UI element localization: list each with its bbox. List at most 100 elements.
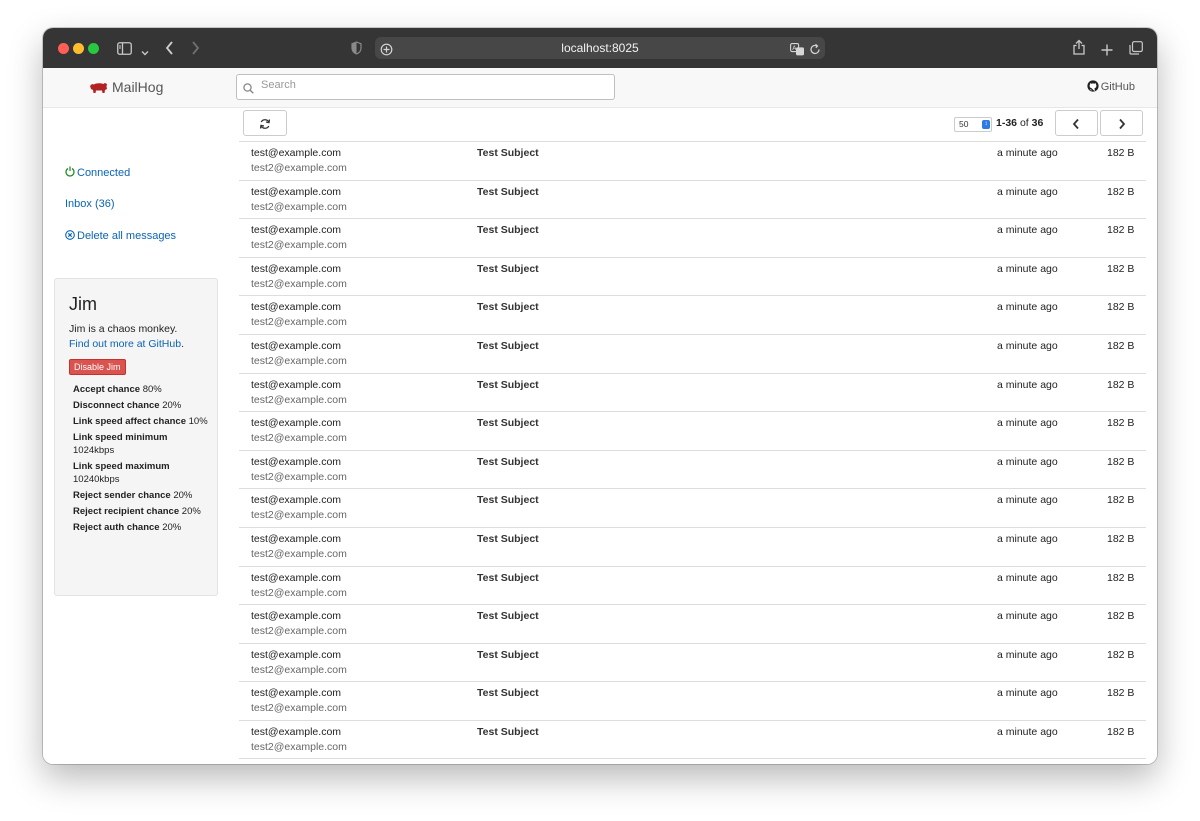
- reload-icon[interactable]: [809, 41, 821, 60]
- forward-icon[interactable]: [191, 40, 200, 59]
- close-window-button[interactable]: [58, 43, 69, 54]
- back-icon[interactable]: [165, 40, 174, 59]
- message-subject: Test Subject: [477, 262, 539, 275]
- jim-github-link[interactable]: Find out more at GitHub: [69, 338, 181, 350]
- zoom-window-button[interactable]: [88, 43, 99, 54]
- message-row[interactable]: test@example.com test2@example.com Test …: [239, 333, 1146, 373]
- message-row[interactable]: test@example.com test2@example.com Test …: [239, 565, 1146, 605]
- message-row[interactable]: test@example.com test2@example.com Test …: [239, 642, 1146, 682]
- inbox-link[interactable]: Inbox (36): [65, 198, 115, 210]
- jim-setting-label: Accept chance: [73, 384, 141, 395]
- message-from: test@example.com: [251, 262, 342, 275]
- message-size: 182 B: [1107, 532, 1135, 545]
- per-page-select[interactable]: 50 ↕: [954, 117, 992, 132]
- message-row[interactable]: test@example.com test2@example.com Test …: [239, 719, 1146, 759]
- message-from: test@example.com: [251, 339, 342, 352]
- message-from: test@example.com: [251, 147, 342, 159]
- message-size: 182 B: [1107, 687, 1135, 700]
- message-to: test2@example.com: [251, 239, 347, 252]
- message-list: test@example.com test2@example.com Test …: [239, 141, 1146, 759]
- message-subject: Test Subject: [477, 648, 539, 661]
- message-to: test2@example.com: [251, 586, 347, 599]
- new-tab-icon[interactable]: [1101, 41, 1113, 60]
- minimize-window-button[interactable]: [73, 43, 84, 54]
- delete-circle-icon: [65, 230, 75, 243]
- message-row[interactable]: test@example.com test2@example.com Test …: [239, 449, 1146, 489]
- navbar: MailHog GitHub: [43, 68, 1157, 108]
- message-size: 182 B: [1107, 378, 1135, 391]
- shield-icon[interactable]: [351, 40, 362, 59]
- delete-all-label: Delete all messages: [77, 230, 177, 242]
- message-to: test2@example.com: [251, 663, 347, 676]
- message-row[interactable]: test@example.com test2@example.com Test …: [239, 141, 1146, 180]
- message-row[interactable]: test@example.com test2@example.com Test …: [239, 604, 1146, 643]
- message-row[interactable]: test@example.com test2@example.com Test …: [239, 295, 1146, 334]
- refresh-button[interactable]: [243, 110, 287, 136]
- search-box[interactable]: [236, 74, 615, 100]
- jim-setting-value: 80%: [142, 384, 162, 395]
- brand-link[interactable]: MailHog: [89, 79, 163, 97]
- next-page-button[interactable]: [1100, 110, 1143, 136]
- message-subject: Test Subject: [477, 687, 539, 700]
- chevron-down-icon[interactable]: [141, 42, 149, 61]
- message-row[interactable]: test@example.com test2@example.com Test …: [239, 179, 1146, 219]
- message-from: test@example.com: [251, 610, 342, 623]
- message-size: 182 B: [1107, 262, 1135, 275]
- chevron-right-icon: [1118, 117, 1126, 135]
- tabs-overview-icon[interactable]: [1129, 40, 1143, 59]
- message-to: test2@example.com: [251, 354, 347, 367]
- disable-jim-button[interactable]: Disable Jim: [69, 359, 126, 375]
- message-row[interactable]: test@example.com test2@example.com Test …: [239, 372, 1146, 412]
- message-row[interactable]: test@example.com test2@example.com Test …: [239, 218, 1146, 257]
- jim-setting-value: 1024kbps: [73, 445, 115, 456]
- message-row[interactable]: test@example.com test2@example.com Test …: [239, 256, 1146, 296]
- message-time: a minute ago: [997, 610, 1058, 623]
- message-to: test2@example.com: [251, 432, 347, 445]
- message-row[interactable]: test@example.com test2@example.com Test …: [239, 681, 1146, 720]
- message-time: a minute ago: [997, 339, 1058, 352]
- jim-setting-value: 20%: [181, 506, 201, 517]
- message-subject: Test Subject: [477, 532, 539, 545]
- jim-panel: Jim Jim is a chaos monkey. Find out more…: [54, 278, 218, 596]
- message-to: test2@example.com: [251, 740, 347, 753]
- share-icon[interactable]: [1073, 39, 1085, 59]
- message-size: 182 B: [1107, 301, 1135, 314]
- message-from: test@example.com: [251, 648, 342, 661]
- github-link[interactable]: GitHub: [1087, 80, 1135, 95]
- message-subject: Test Subject: [477, 224, 539, 237]
- message-time: a minute ago: [997, 417, 1058, 430]
- jim-setting: Accept chance 80%: [73, 383, 211, 396]
- message-row[interactable]: test@example.com test2@example.com Test …: [239, 526, 1146, 566]
- message-from: test@example.com: [251, 571, 342, 584]
- connection-status: Connected: [65, 166, 130, 180]
- message-to: test2@example.com: [251, 277, 347, 290]
- power-icon: [65, 166, 75, 180]
- jim-setting: Reject auth chance 20%: [73, 521, 211, 534]
- translate-icon[interactable]: A: [790, 41, 805, 60]
- message-size: 182 B: [1107, 494, 1135, 507]
- message-time: a minute ago: [997, 262, 1058, 275]
- pagination-count: 1-36 of 36: [996, 117, 1043, 129]
- jim-title: Jim: [69, 294, 97, 314]
- connected-label: Connected: [77, 167, 131, 179]
- message-to: test2@example.com: [251, 625, 347, 638]
- previous-page-button[interactable]: [1055, 110, 1098, 136]
- message-subject: Test Subject: [477, 417, 539, 430]
- message-size: 182 B: [1107, 339, 1135, 352]
- search-input[interactable]: [259, 78, 603, 92]
- message-row[interactable]: test@example.com test2@example.com Test …: [239, 411, 1146, 450]
- address-bar[interactable]: localhost:8025 A: [375, 37, 825, 59]
- jim-setting-label: Link speed maximum: [73, 461, 170, 472]
- sidebar-icon[interactable]: [117, 40, 132, 59]
- message-subject: Test Subject: [477, 147, 539, 159]
- search-icon: [243, 81, 254, 99]
- message-subject: Test Subject: [477, 185, 539, 198]
- message-time: a minute ago: [997, 494, 1058, 507]
- message-from: test@example.com: [251, 417, 342, 430]
- jim-setting-value: 10%: [188, 416, 208, 427]
- message-subject: Test Subject: [477, 339, 539, 352]
- message-row[interactable]: test@example.com test2@example.com Test …: [239, 488, 1146, 527]
- message-subject: Test Subject: [477, 301, 539, 314]
- delete-all-messages-link[interactable]: Delete all messages: [65, 230, 176, 243]
- message-to: test2@example.com: [251, 200, 347, 213]
